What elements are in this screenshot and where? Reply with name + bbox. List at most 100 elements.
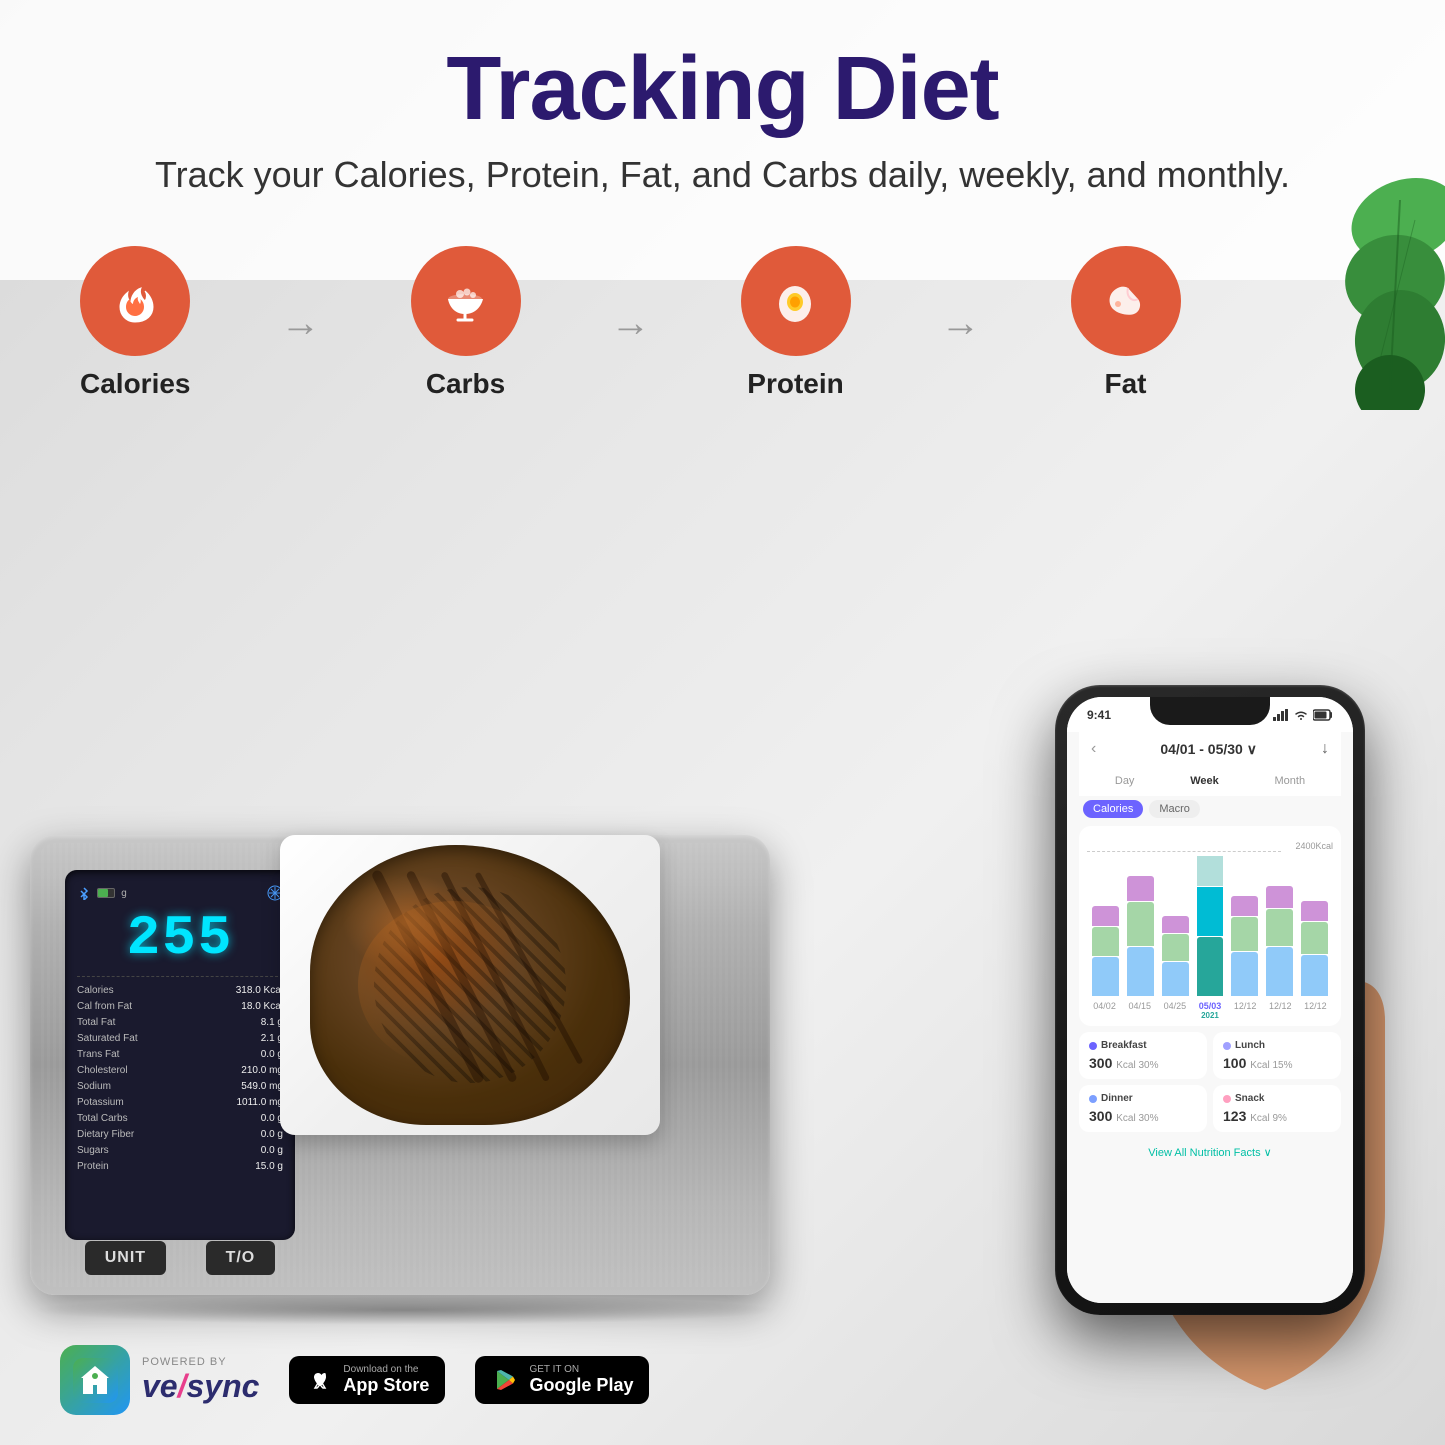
category-protein: Protein	[741, 246, 851, 400]
lcd-unit-display: g	[121, 888, 127, 899]
calories-icon-circle	[80, 246, 190, 356]
tab-macro[interactable]: Macro	[1149, 800, 1200, 818]
x-label-2: 04/15	[1128, 1001, 1151, 1020]
tare-button[interactable]: T/O	[206, 1241, 276, 1275]
bar-seg-purple-1	[1092, 906, 1119, 926]
bar-chart: 2400Kcal	[1079, 826, 1341, 1026]
playstore-badge[interactable]: GET IT ON Google Play	[475, 1356, 649, 1404]
bar-group-3	[1162, 916, 1189, 996]
signal-icon	[1273, 709, 1289, 721]
bar-seg-blue-3	[1162, 962, 1189, 996]
tab-week[interactable]: Week	[1182, 772, 1227, 790]
meal-summary: Breakfast 300 Kcal 30% Lunch 100 Kcal 15…	[1079, 1032, 1341, 1132]
flame-icon	[108, 274, 163, 329]
bar-seg-purple-6	[1266, 886, 1293, 908]
google-play-icon	[491, 1366, 519, 1394]
bar-seg-green-1	[1092, 927, 1119, 956]
bar-group-active	[1197, 856, 1224, 996]
bar-seg-purple-7	[1301, 901, 1328, 921]
x-label-6: 12/12	[1269, 1001, 1292, 1020]
bar-seg-blue-active	[1197, 887, 1224, 936]
app-content: ‹ 04/01 - 05/30 ∨ ↓ Day Week Month	[1067, 732, 1353, 1303]
bar-seg-purple-5	[1231, 896, 1258, 916]
bar-group-2	[1127, 876, 1154, 996]
snack-calories: 123 Kcal 9%	[1223, 1108, 1331, 1124]
arrow-3: →	[941, 301, 981, 346]
bar-seg-purple-2	[1127, 876, 1154, 901]
powered-text: POWERED BY	[142, 1356, 259, 1368]
date-range-display[interactable]: 04/01 - 05/30 ∨	[1160, 741, 1257, 758]
bar-group-6	[1266, 886, 1293, 996]
meal-card-breakfast: Breakfast 300 Kcal 30%	[1079, 1032, 1207, 1079]
breakfast-calories: 300 Kcal 30%	[1089, 1055, 1197, 1071]
x-label-7: 12/12	[1304, 1001, 1327, 1020]
tab-month[interactable]: Month	[1267, 772, 1314, 790]
scale-body: g 255 Calories 318.0 Kcal	[30, 835, 770, 1295]
brand-logo: POWERED BY ve/sync	[60, 1345, 259, 1415]
wifi-icon	[1293, 709, 1309, 721]
carbs-label: Carbs	[426, 368, 505, 400]
bar-seg-green-5	[1231, 917, 1258, 951]
time-display: 9:41	[1087, 708, 1111, 722]
bar-seg-purple-3	[1162, 916, 1189, 933]
bar-stack-5	[1231, 896, 1258, 996]
brand-icon	[60, 1345, 130, 1415]
bar-stack-6	[1266, 886, 1293, 996]
categories-row: Calories → Carbs →	[0, 246, 1445, 400]
bar-seg-green-2	[1127, 902, 1154, 946]
category-carbs: Carbs	[411, 246, 521, 400]
tab-day[interactable]: Day	[1107, 772, 1143, 790]
meat-icon	[1098, 274, 1153, 329]
page-subtitle: Track your Calories, Protein, Fat, and C…	[0, 154, 1445, 196]
bar-stack-active	[1197, 856, 1224, 996]
page-wrapper: Tracking Diet Track your Calories, Prote…	[0, 0, 1445, 1445]
vesync-icon	[73, 1358, 118, 1403]
appstore-content: Download on the App Store	[343, 1364, 429, 1396]
dinner-label: Dinner	[1089, 1093, 1197, 1104]
phone-screen: 9:41	[1067, 697, 1353, 1303]
dinner-calories: 300 Kcal 30%	[1089, 1108, 1197, 1124]
powered-by-section: POWERED BY ve/sync	[142, 1356, 259, 1405]
bottom-bar: POWERED BY ve/sync Download on the App S…	[60, 1345, 649, 1415]
appstore-badge[interactable]: Download on the App Store	[289, 1356, 445, 1404]
plate	[280, 835, 660, 1135]
bar-group-5	[1231, 896, 1258, 996]
egg-icon	[768, 274, 823, 329]
arrow-2: →	[611, 301, 651, 346]
bar-stack-7	[1301, 901, 1328, 996]
page-title: Tracking Diet	[0, 40, 1445, 139]
brand-name-text: ve/sync	[142, 1368, 259, 1405]
arrow-1: →	[281, 301, 321, 346]
bluetooth-icon	[77, 886, 91, 900]
meal-card-lunch: Lunch 100 Kcal 15%	[1213, 1032, 1341, 1079]
bar-seg-green-6	[1266, 909, 1293, 946]
category-calories: Calories	[80, 246, 191, 400]
battery-icon	[1313, 709, 1333, 721]
tab-calories[interactable]: Calories	[1083, 800, 1143, 818]
bars-row	[1087, 841, 1333, 996]
nav-left-icon[interactable]: ‹	[1091, 740, 1096, 758]
x-label-active: 05/03 2021	[1199, 1001, 1222, 1020]
x-label-3: 04/25	[1164, 1001, 1187, 1020]
view-all-link[interactable]: View All Nutrition Facts ∨	[1079, 1138, 1341, 1167]
battery-indicator	[97, 888, 115, 898]
playstore-main-text: Google Play	[529, 1375, 633, 1396]
carbs-icon-circle	[411, 246, 521, 356]
lcd-buttons: UNIT T/O	[65, 1241, 295, 1275]
bar-seg-green-3	[1162, 934, 1189, 961]
apple-icon	[305, 1366, 333, 1394]
fat-label: Fat	[1105, 368, 1147, 400]
unit-button[interactable]: UNIT	[85, 1241, 166, 1275]
smartphone-section: 9:41	[1055, 685, 1365, 1315]
bar-stack-1	[1092, 906, 1119, 996]
food-on-scale	[230, 775, 710, 1195]
bar-stack-3	[1162, 916, 1189, 996]
download-icon[interactable]: ↓	[1321, 740, 1329, 758]
status-icons	[1273, 709, 1333, 721]
chart-x-labels: 04/02 04/15 04/25 05/03 2021	[1087, 1001, 1333, 1020]
protein-icon-circle	[741, 246, 851, 356]
playstore-top-text: GET IT ON	[529, 1364, 633, 1375]
protein-label: Protein	[747, 368, 843, 400]
fat-icon-circle	[1071, 246, 1181, 356]
x-label-5: 12/12	[1234, 1001, 1257, 1020]
